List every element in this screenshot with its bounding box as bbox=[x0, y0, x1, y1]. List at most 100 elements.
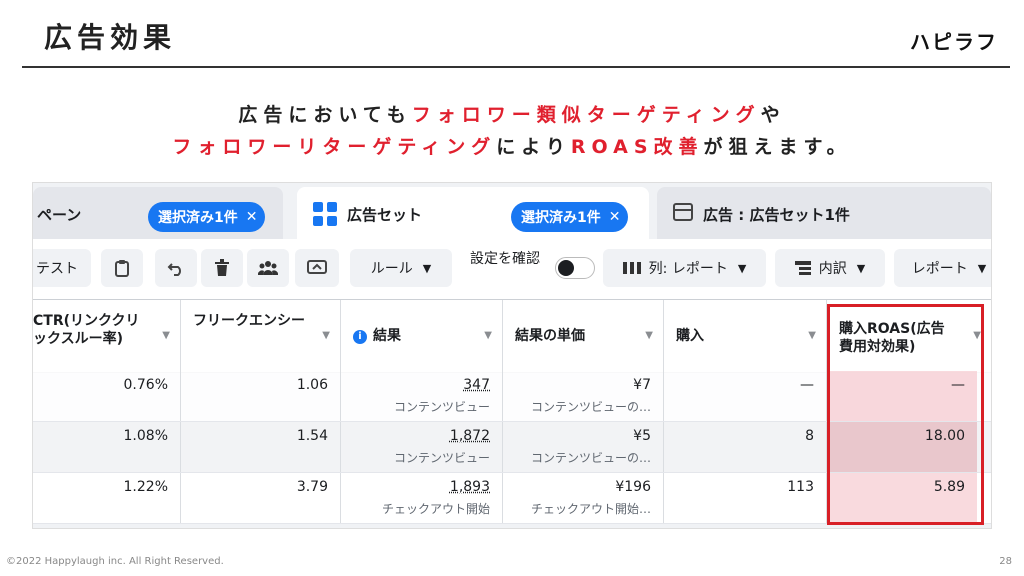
columns-label: 列: レポート bbox=[648, 261, 728, 277]
cell-subtext: チェックアウト開始… bbox=[530, 502, 651, 516]
cell-ctr: 1.22% bbox=[33, 473, 181, 523]
columns-icon bbox=[622, 262, 641, 274]
report-label: レポート bbox=[911, 261, 968, 277]
selected-count-pill[interactable]: 選択済み1件 ✕ bbox=[511, 202, 629, 232]
tab-adset[interactable]: 広告セット 選択済み1件 ✕ bbox=[297, 187, 649, 239]
cell-frequency: 1.54 bbox=[181, 422, 341, 472]
people-icon bbox=[258, 261, 278, 275]
cell-subtext: コンテンツビュー bbox=[393, 400, 490, 414]
cell-value: 8 bbox=[805, 428, 814, 444]
cell-value: 1.54 bbox=[296, 428, 328, 444]
duplicate-button[interactable] bbox=[101, 249, 143, 287]
delete-button[interactable] bbox=[201, 249, 243, 287]
export-button[interactable] bbox=[295, 249, 339, 287]
close-icon[interactable]: ✕ bbox=[246, 209, 258, 225]
ab-test-button[interactable]: テスト bbox=[33, 249, 91, 287]
cell-value[interactable]: 1,893 bbox=[450, 479, 490, 495]
headline-line-2: フォロワーリターゲティングによりROAS改善が狙えます。 bbox=[0, 132, 1024, 159]
caret-down-icon: ▼ bbox=[856, 261, 866, 275]
cell-cost: ¥7 コンテンツビューの… bbox=[503, 371, 664, 421]
breakdown-icon bbox=[794, 261, 811, 275]
cell-frequency: 1.06 bbox=[181, 371, 341, 421]
title-divider bbox=[22, 66, 1010, 68]
undo-button[interactable] bbox=[155, 249, 197, 287]
close-icon[interactable]: ✕ bbox=[609, 209, 621, 225]
caret-down-icon: ▼ bbox=[422, 261, 432, 275]
sort-icon[interactable]: ▼ bbox=[645, 330, 653, 341]
cell-value: ¥7 bbox=[633, 377, 651, 393]
columns-dropdown[interactable]: 列: レポート ▼ bbox=[603, 249, 766, 287]
column-header-frequency[interactable]: フリークエンシー ▼ bbox=[181, 300, 341, 372]
cell-value[interactable]: 347 bbox=[463, 377, 490, 393]
toggle-knob bbox=[558, 260, 574, 276]
tab-ad[interactable]: 広告 : 広告セット1件 bbox=[657, 187, 991, 239]
sort-icon[interactable]: ▼ bbox=[162, 330, 170, 341]
sort-icon[interactable]: ▼ bbox=[484, 330, 492, 341]
column-header-cost[interactable]: 結果の単価 ▼ bbox=[503, 300, 664, 372]
headline-text: 広告においても bbox=[238, 104, 412, 126]
roas-highlight-frame bbox=[827, 304, 984, 525]
cell-purchases: — bbox=[664, 371, 827, 421]
report-dropdown[interactable]: レポート ▼ bbox=[894, 249, 991, 287]
toolbar: テスト ルール ▼ 設定を確認 列: レポート ▼ 内訳 ▼ レポート ▼ bbox=[33, 239, 991, 299]
sort-icon[interactable]: ▼ bbox=[808, 330, 816, 341]
cell-subtext: コンテンツビュー bbox=[393, 451, 490, 465]
copyright-footer: ©2022 Happylaugh inc. All Right Reserved… bbox=[6, 556, 224, 567]
column-header-label: 結果 bbox=[373, 328, 401, 344]
tab-adset-label: 広告セット bbox=[347, 206, 423, 224]
window-icon bbox=[673, 203, 693, 221]
info-icon[interactable]: i bbox=[353, 330, 367, 344]
cell-results: 1,893 チェックアウト開始 bbox=[341, 473, 503, 523]
column-header-label: 結果の単価 bbox=[515, 328, 585, 344]
cell-subtext: コンテンツビューの… bbox=[530, 451, 651, 465]
column-header-results[interactable]: i 結果 ▼ bbox=[341, 300, 503, 372]
trash-icon bbox=[215, 259, 229, 276]
cell-purchases: 113 bbox=[664, 473, 827, 523]
headline-text: により bbox=[496, 136, 571, 158]
cell-value: 1.22% bbox=[123, 479, 168, 495]
column-header-label: 購入 bbox=[676, 328, 704, 344]
settings-toggle[interactable] bbox=[555, 257, 595, 279]
rules-dropdown[interactable]: ルール ▼ bbox=[350, 249, 452, 287]
selected-count-pill[interactable]: 選択済み1件 ✕ bbox=[148, 202, 266, 232]
breakdown-label: 内訳 bbox=[818, 261, 847, 277]
cell-value: ¥5 bbox=[633, 428, 651, 444]
cell-value: ¥196 bbox=[615, 479, 651, 495]
cell-value: — bbox=[800, 377, 814, 393]
cell-value: 3.79 bbox=[296, 479, 328, 495]
cell-cost: ¥196 チェックアウト開始… bbox=[503, 473, 664, 523]
headline-text: や bbox=[760, 104, 786, 126]
headline-line-1: 広告においてもフォロワー類似ターゲティングや bbox=[0, 100, 1024, 127]
ab-test-label: テスト bbox=[36, 261, 78, 277]
breakdown-dropdown[interactable]: 内訳 ▼ bbox=[775, 249, 885, 287]
cell-value: 0.76% bbox=[123, 377, 168, 393]
audience-button[interactable] bbox=[247, 249, 289, 287]
tab-campaign-label: ペーン bbox=[37, 206, 82, 224]
pill-label: 選択済み1件 bbox=[158, 210, 238, 226]
headline-highlight: フォロワーリターゲティング bbox=[172, 136, 497, 158]
column-header-purchases[interactable]: 購入 ▼ bbox=[664, 300, 827, 372]
cell-value: 1.06 bbox=[296, 377, 328, 393]
settings-check-label: 設定を確認 bbox=[470, 251, 540, 267]
headline-text: が狙えます。 bbox=[703, 136, 852, 158]
cell-purchases: 8 bbox=[664, 422, 827, 472]
cell-value[interactable]: 1,872 bbox=[450, 428, 490, 444]
pill-label: 選択済み1件 bbox=[521, 210, 601, 226]
cell-results: 347 コンテンツビュー bbox=[341, 371, 503, 421]
column-header-label: CTR(リンククリックスルー率) bbox=[33, 313, 140, 347]
cell-results: 1,872 コンテンツビュー bbox=[341, 422, 503, 472]
tab-campaign[interactable]: ペーン 選択済み1件 ✕ bbox=[33, 187, 283, 239]
clipboard-icon bbox=[115, 260, 129, 277]
page-number: 28 bbox=[999, 556, 1012, 567]
cell-subtext: コンテンツビューの… bbox=[530, 400, 651, 414]
undo-icon bbox=[167, 263, 181, 276]
brand-logo: ハピラフ bbox=[910, 30, 998, 54]
cell-ctr: 1.08% bbox=[33, 422, 181, 472]
column-header-ctr[interactable]: CTR(リンククリックスルー率) ▼ bbox=[33, 300, 181, 372]
slide-title: 広告効果 bbox=[44, 21, 177, 54]
sort-icon[interactable]: ▼ bbox=[322, 330, 330, 341]
cell-frequency: 3.79 bbox=[181, 473, 341, 523]
headline-highlight: フォロワー類似ターゲティング bbox=[411, 104, 761, 126]
headline-highlight: ROAS改善 bbox=[570, 136, 704, 158]
cell-subtext: チェックアウト開始 bbox=[381, 502, 490, 516]
